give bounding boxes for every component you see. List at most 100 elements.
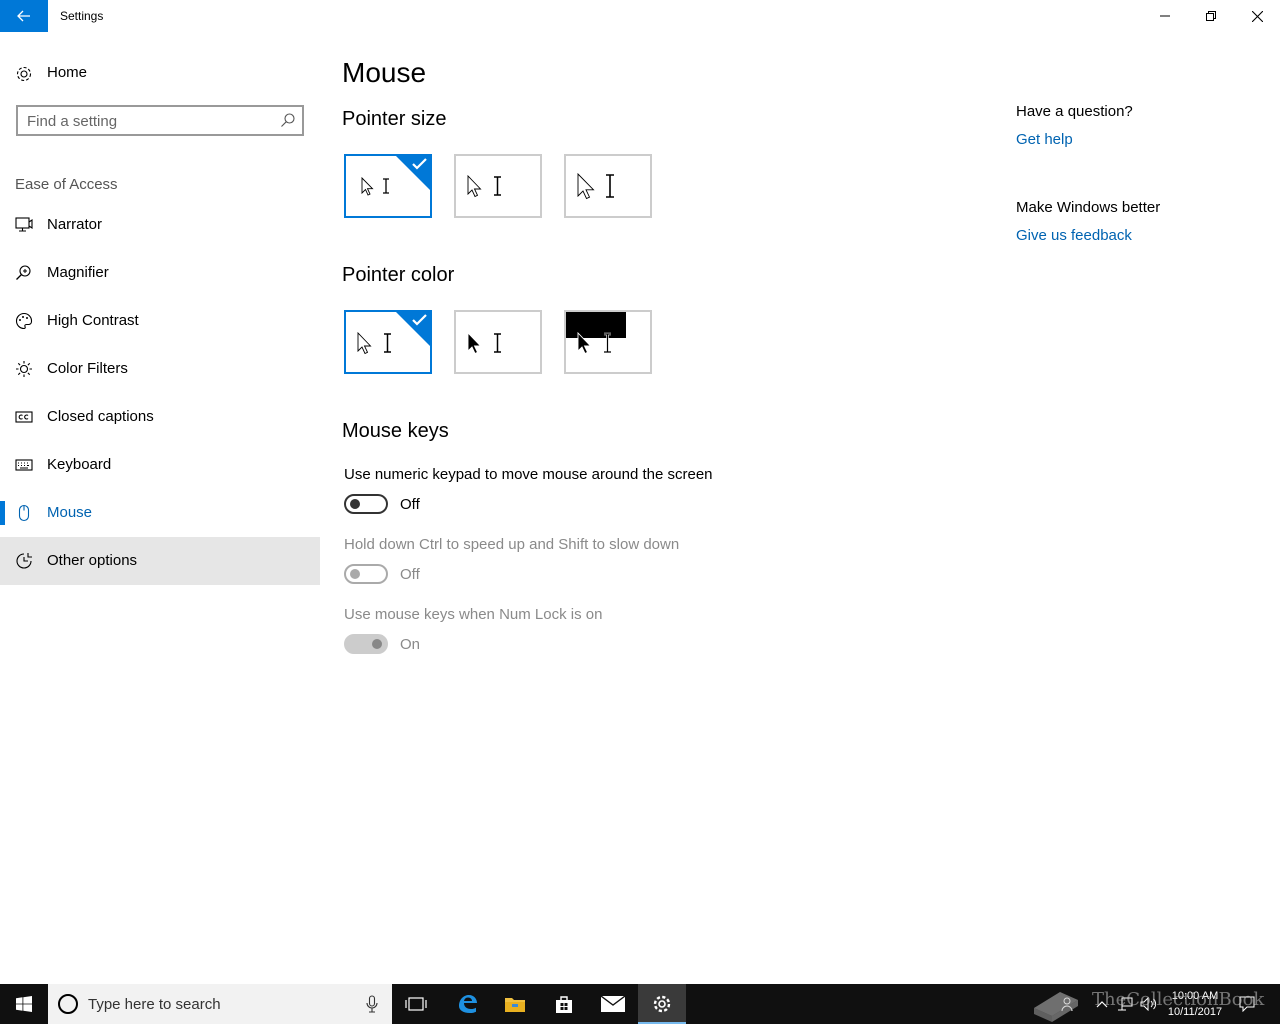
taskbar: 10:00 AM 10/11/2017 (0, 984, 1280, 1024)
magnifier-icon (16, 265, 31, 280)
find-setting-search[interactable] (16, 105, 304, 136)
find-setting-input[interactable] (27, 111, 267, 131)
sidebar-item-home[interactable]: Home (0, 56, 320, 90)
pointer-color-white-option[interactable] (344, 310, 432, 374)
pointer-size-medium-option[interactable] (454, 154, 542, 218)
people-icon (1061, 997, 1073, 1012)
sidebar-item-label: Color Filters (47, 360, 128, 377)
sidebar-item-color-filters[interactable]: Color Filters (0, 345, 320, 393)
volume-tray-button[interactable] (1138, 984, 1160, 1024)
start-button[interactable] (0, 984, 48, 1024)
section-label-ease-of-access: Ease of Access (15, 176, 118, 193)
restore-button[interactable] (1188, 0, 1234, 32)
restore-icon (1206, 11, 1216, 21)
sidebar-item-label: Magnifier (47, 264, 109, 281)
give-feedback-link[interactable]: Give us feedback (1016, 227, 1132, 244)
minimize-icon (1160, 15, 1170, 17)
mail-button[interactable] (589, 984, 637, 1024)
sidebar-item-label: Keyboard (47, 456, 112, 473)
windows-logo-icon (16, 996, 32, 1012)
action-center-button[interactable] (1234, 984, 1260, 1024)
sidebar-item-other-options[interactable]: Other options (0, 537, 320, 585)
sidebar-item-high-contrast[interactable]: High Contrast (0, 297, 320, 345)
ctrl-shift-speed-toggle-state: Off (400, 566, 420, 583)
sidebar-item-keyboard[interactable]: Keyboard (0, 441, 320, 489)
ctrl-shift-speed-label: Hold down Ctrl to speed up and Shift to … (344, 536, 680, 553)
file-explorer-button[interactable] (491, 984, 539, 1024)
checkmark-icon (394, 310, 432, 348)
toggle-knob (350, 499, 360, 509)
folder-icon (505, 998, 525, 1012)
sidebar-item-label: Narrator (47, 216, 103, 233)
make-windows-better-heading: Make Windows better (1016, 199, 1161, 216)
sidebar-item-magnifier[interactable]: Magnifier (0, 249, 320, 297)
have-a-question-heading: Have a question? (1016, 103, 1133, 120)
sidebar-item-closed-captions[interactable]: Closed captions (0, 393, 320, 441)
get-help-link[interactable]: Get help (1016, 131, 1073, 148)
sidebar: Home Ease of Access Narrator Magnifier H… (0, 32, 320, 984)
sidebar-item-label: Closed captions (47, 408, 154, 425)
speaker-icon (1140, 997, 1157, 1011)
sidebar-item-narrator[interactable]: Narrator (0, 201, 320, 249)
notification-icon (1239, 996, 1255, 1012)
pointer-cursor-medium-icon (467, 174, 501, 198)
mouse-keys-heading: Mouse keys (342, 420, 449, 442)
search-icon[interactable] (280, 112, 296, 128)
pointer-size-heading: Pointer size (342, 108, 447, 130)
taskbar-search-input[interactable] (88, 994, 348, 1014)
pointer-cursor-inverted-icon (566, 312, 626, 355)
chevron-up-icon (1096, 1001, 1108, 1008)
numeric-keypad-toggle[interactable] (344, 494, 388, 514)
close-button[interactable] (1234, 0, 1280, 32)
back-button[interactable] (0, 0, 48, 32)
mouse-icon (18, 504, 30, 522)
title-bar: Settings (0, 0, 1280, 32)
minimize-button[interactable] (1142, 0, 1188, 32)
num-lock-toggle[interactable] (344, 634, 388, 654)
keyboard-icon (15, 459, 33, 471)
gear-icon (16, 66, 32, 82)
main-content: Mouse Pointer size Pointer color Mouse k… (342, 32, 982, 984)
task-view-icon (405, 997, 427, 1011)
sidebar-item-label: High Contrast (47, 312, 139, 329)
network-tray-button[interactable] (1114, 984, 1136, 1024)
people-tray-button[interactable] (1058, 984, 1080, 1024)
ctrl-shift-speed-toggle[interactable] (344, 564, 388, 584)
taskbar-clock[interactable]: 10:00 AM 10/11/2017 (1160, 988, 1230, 1020)
sidebar-item-label: Mouse (47, 504, 93, 521)
pointer-size-small-option[interactable] (344, 154, 432, 218)
home-label: Home (47, 64, 88, 81)
pointer-color-inverted-option[interactable] (564, 310, 652, 374)
pointer-cursor-large-icon (577, 172, 614, 200)
numeric-keypad-label: Use numeric keypad to move mouse around … (344, 466, 713, 483)
sidebar-item-label: Other options (47, 552, 138, 569)
microphone-icon[interactable] (366, 995, 378, 1013)
sidebar-item-mouse[interactable]: Mouse (0, 489, 320, 537)
back-arrow-icon (17, 10, 30, 22)
toggle-knob (372, 639, 382, 649)
palette-icon (16, 312, 33, 330)
narrator-icon (15, 217, 33, 232)
pointer-size-large-option[interactable] (564, 154, 652, 218)
store-bag-icon (556, 996, 572, 1013)
edge-browser-button[interactable] (443, 984, 491, 1024)
page-title: Mouse (342, 57, 427, 88)
store-button[interactable] (540, 984, 588, 1024)
network-icon (1118, 997, 1133, 1011)
clock-time: 10:00 AM (1171, 990, 1219, 1002)
cortana-icon[interactable] (58, 994, 78, 1014)
pointer-cursor-black-icon (467, 331, 501, 355)
cc-icon (15, 411, 33, 423)
edge-icon (459, 995, 477, 1013)
app-title: Settings (60, 9, 104, 23)
checkmark-icon (394, 154, 432, 192)
show-hidden-icons-button[interactable] (1092, 984, 1112, 1024)
close-icon (1251, 10, 1263, 22)
task-view-button[interactable] (392, 984, 440, 1024)
pointer-color-black-option[interactable] (454, 310, 542, 374)
numeric-keypad-toggle-state: Off (400, 496, 420, 513)
taskbar-search-box[interactable] (48, 984, 392, 1024)
settings-taskbar-button[interactable] (638, 984, 686, 1024)
num-lock-label: Use mouse keys when Num Lock is on (344, 606, 603, 623)
gear-icon (653, 995, 671, 1013)
